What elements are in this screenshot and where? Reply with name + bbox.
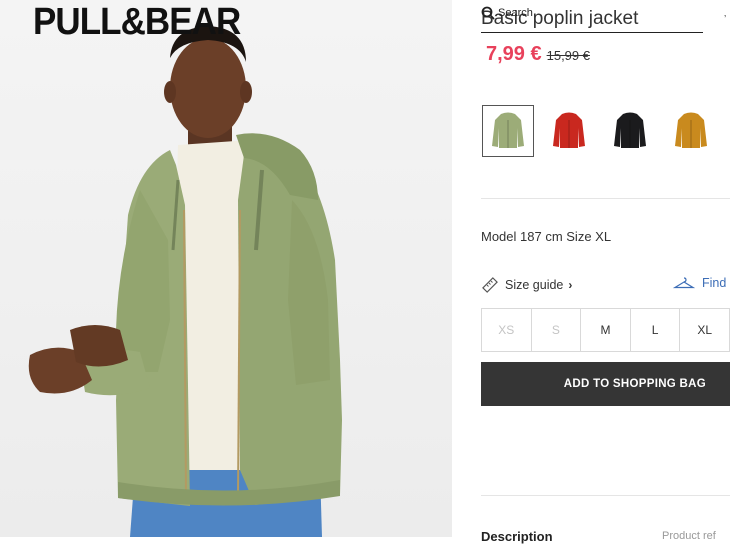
model-wearing-jacket-image bbox=[28, 26, 342, 537]
chevron-right-icon: › bbox=[568, 278, 573, 292]
corner-mark: ’ bbox=[724, 14, 727, 25]
model-info: Model 187 cm Size XL bbox=[481, 229, 612, 244]
size-guide-link[interactable]: Size guide › bbox=[481, 276, 572, 294]
divider bbox=[481, 495, 730, 496]
brand-logo[interactable]: PULL&BEAR bbox=[33, 0, 241, 44]
jacket-thumbnail-icon bbox=[614, 112, 646, 148]
color-swatch-khaki[interactable] bbox=[482, 105, 534, 157]
color-swatch-red[interactable] bbox=[543, 105, 595, 157]
search-label: Search bbox=[498, 7, 533, 19]
size-option-l[interactable]: L bbox=[631, 309, 681, 351]
hanger-icon bbox=[673, 277, 695, 289]
jacket-thumbnail-icon bbox=[492, 112, 524, 148]
search-icon bbox=[481, 6, 495, 20]
jacket-thumbnail-icon bbox=[675, 112, 707, 148]
color-swatch-mustard[interactable] bbox=[665, 105, 717, 157]
size-guide-label: Size guide bbox=[505, 278, 564, 292]
add-to-shopping-bag-button[interactable]: ADD TO SHOPPING BAG bbox=[481, 362, 730, 406]
original-price: 15,99 € bbox=[546, 48, 590, 63]
size-option-xl[interactable]: XL bbox=[680, 309, 729, 351]
color-swatch-black[interactable] bbox=[604, 105, 656, 157]
search-button[interactable]: Search bbox=[481, 6, 533, 20]
size-option-xs[interactable]: XS bbox=[482, 309, 532, 351]
ruler-icon bbox=[482, 277, 498, 293]
current-price: 7,99 € bbox=[486, 43, 542, 65]
find-label: Find bbox=[702, 276, 727, 290]
product-ref-label: Product ref bbox=[662, 530, 716, 542]
product-photo: PULL&BEAR bbox=[0, 0, 452, 537]
price-row: 7,99 € 15,99 € bbox=[486, 43, 590, 66]
find-size-link[interactable]: Find bbox=[673, 276, 726, 290]
size-option-m[interactable]: M bbox=[581, 309, 631, 351]
size-selector: XS S M L XL bbox=[481, 308, 730, 352]
color-swatches bbox=[482, 105, 726, 157]
divider bbox=[481, 198, 730, 199]
jacket-thumbnail-icon bbox=[553, 112, 585, 148]
size-option-s[interactable]: S bbox=[532, 309, 582, 351]
